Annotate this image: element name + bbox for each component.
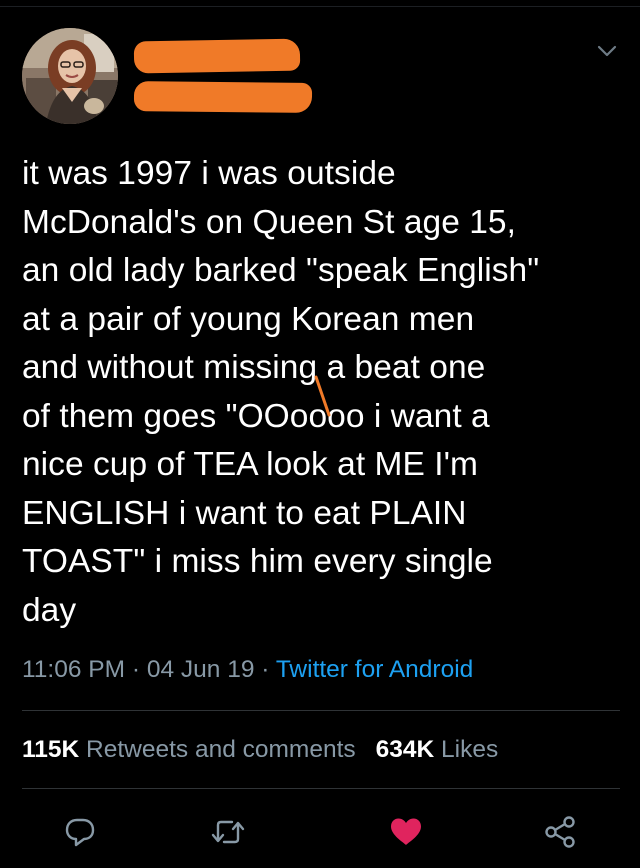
chevron-down-icon[interactable] xyxy=(594,40,620,62)
retweets-label: Retweets and comments xyxy=(86,736,356,763)
meta-separator: · xyxy=(125,656,147,683)
meta-separator: · xyxy=(254,656,276,683)
tweet-line: TOAST" i miss him every single xyxy=(22,543,493,580)
tweet-text: it was 1997 i was outside McDonald's on … xyxy=(22,150,622,635)
like-button[interactable] xyxy=(386,812,426,852)
avatar[interactable] xyxy=(22,28,118,124)
tweet-source-link[interactable]: Twitter for Android xyxy=(276,656,473,683)
retweets-stat[interactable]: 115K Retweets and comments xyxy=(22,736,356,763)
tweet-line: an old lady barked "speak English" xyxy=(22,252,540,289)
retweet-icon xyxy=(211,820,245,844)
tweet-line: day xyxy=(22,591,77,629)
tweet-line: at a pair of young Korean men xyxy=(22,300,475,338)
avatar-photo xyxy=(22,28,118,124)
retweet-button[interactable] xyxy=(208,812,248,852)
handle-redaction xyxy=(133,81,313,113)
tweet-line: and without missing a beat one xyxy=(22,349,486,386)
display-name-redaction xyxy=(133,38,301,74)
divider xyxy=(22,788,620,789)
likes-stat[interactable]: 634K Likes xyxy=(376,736,499,763)
tweet-time: 11:06 PM xyxy=(22,656,126,683)
reply-icon xyxy=(65,818,95,847)
tweet-line: McDonald's on Queen St age 15, xyxy=(22,203,516,241)
tweet-line: ENGLISH i want to eat PLAIN xyxy=(22,494,467,532)
share-button[interactable] xyxy=(540,812,580,852)
tweet-date: 04 Jun 19 xyxy=(146,656,255,683)
tweet-line: of them goes "OOoooo i want a xyxy=(22,397,490,435)
tweet-stats: 115K Retweets and comments 634K Likes xyxy=(22,736,498,764)
retweets-count: 115K xyxy=(22,736,80,763)
tweet-detail-screen: it was 1997 i was outside McDonald's on … xyxy=(0,0,640,868)
divider xyxy=(22,710,620,711)
tweet-line: nice cup of TEA look at ME I'm xyxy=(22,446,479,483)
likes-count: 634K xyxy=(375,736,435,763)
tweet-line: it was 1997 i was outside xyxy=(22,155,396,192)
heart-icon xyxy=(391,818,421,845)
top-divider xyxy=(0,6,640,7)
reply-button[interactable] xyxy=(60,812,100,852)
tweet-meta: 11:06 PM · 04 Jun 19 · Twitter for Andro… xyxy=(22,656,473,684)
share-icon xyxy=(545,816,575,848)
likes-label: Likes xyxy=(441,736,499,763)
